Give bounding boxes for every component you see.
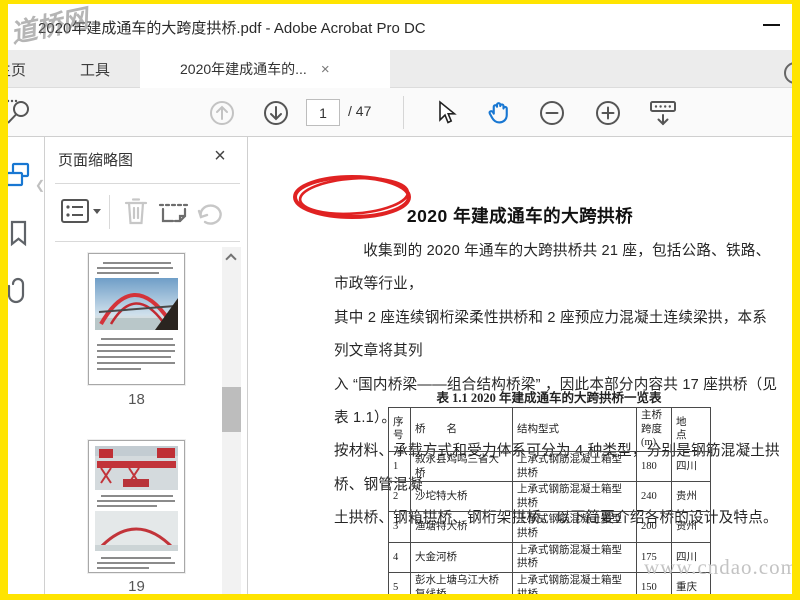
- thumbnail-page-18-label: 18: [128, 391, 145, 408]
- attachments-panel-icon[interactable]: [8, 275, 34, 307]
- page-number-input[interactable]: 1: [306, 99, 340, 126]
- minimize-icon[interactable]: [763, 24, 780, 26]
- extract-pages-icon[interactable]: [155, 195, 193, 229]
- tab-document[interactable]: 2020年建成通车的... ×: [140, 50, 390, 88]
- cell-serial: 5: [388, 572, 411, 594]
- table-header-row: 序号 桥 名 结构型式 主桥跨度(m) 地 点: [388, 407, 711, 452]
- col-bridge-name: 桥 名: [410, 407, 513, 452]
- table-row: 3 渔塘特大桥 上承式钢筋混凝土箱型拱桥 200 贵州: [388, 511, 711, 543]
- cell-structure-type: 上承式钢筋混凝土箱型拱桥: [512, 481, 637, 513]
- table-row: 1 叙永县鸡鸣三省大桥 上承式钢筋混凝土箱型拱桥 180 四川: [388, 450, 711, 483]
- notification-bell-icon[interactable]: [784, 62, 792, 84]
- cell-serial: 2: [388, 481, 411, 513]
- main-area: ❮ 页面缩略图 × 18 19 2020 年建成通车的大跨拱桥 收集到的 202…: [8, 137, 792, 594]
- page-thumbnails-panel: 页面缩略图 × 18 19: [45, 137, 248, 594]
- panel-title: 页面缩略图: [58, 152, 134, 169]
- table-caption: 表 1.1 2020 年建成通车的大跨拱桥一览表: [436, 391, 662, 405]
- page-number-value: 1: [319, 104, 327, 121]
- title-bar: 道桥网 2020年建成通车的大跨度拱桥.pdf - Adobe Acrobat …: [8, 4, 792, 50]
- tab-home-label: 主页: [8, 61, 27, 79]
- tab-home[interactable]: 主页: [8, 50, 56, 88]
- cell-bridge-name: 彭水上塘乌江大桥复线桥: [410, 572, 513, 594]
- page-count-label: / 47: [348, 103, 372, 119]
- select-tool-icon[interactable]: [428, 88, 464, 137]
- cell-structure-type: 上承式钢筋混凝土箱型拱桥: [512, 511, 637, 543]
- page-thumbnails-panel-icon[interactable]: [8, 159, 34, 191]
- panel-divider: [55, 183, 240, 184]
- cell-location: 贵州: [671, 481, 711, 513]
- tab-bar: 主页 工具 2020年建成通车的... ×: [8, 50, 792, 88]
- cell-serial: 1: [388, 450, 411, 483]
- delete-pages-icon[interactable]: [121, 195, 151, 229]
- col-structure-type: 结构型式: [512, 407, 637, 452]
- panel-toolbar-separator: [109, 195, 110, 229]
- paragraph-line: 收集到的 2020 年通车的大跨拱桥共 21 座，包括公路、铁路、市政等行业，: [334, 243, 771, 293]
- scrollbar-thumb[interactable]: [222, 387, 241, 432]
- cell-structure-type: 上承式钢筋混凝土箱型拱桥: [512, 450, 637, 483]
- thumbnail-page-19-label: 19: [128, 578, 145, 594]
- previous-page-icon[interactable]: [204, 88, 240, 137]
- tab-close-icon[interactable]: ×: [321, 61, 330, 78]
- page-display-icon[interactable]: [642, 88, 684, 137]
- cell-main-span: 240: [636, 481, 672, 513]
- panel-scrollbar[interactable]: [222, 247, 241, 594]
- zoom-in-icon[interactable]: [590, 88, 626, 137]
- hand-tool-icon[interactable]: [480, 88, 520, 137]
- thumbnail-page-19[interactable]: [88, 440, 185, 573]
- cell-location: 贵州: [671, 511, 711, 543]
- bookmarks-panel-icon[interactable]: [8, 217, 34, 249]
- main-toolbar: 1 / 47: [8, 88, 792, 219]
- navigation-rail: ❮: [8, 137, 45, 594]
- col-location: 地 点: [671, 407, 711, 452]
- document-heading: 2020 年建成通车的大跨拱桥: [406, 206, 634, 226]
- col-main-span: 主桥跨度(m): [636, 407, 672, 452]
- document-page[interactable]: 2020 年建成通车的大跨拱桥 收集到的 2020 年通车的大跨拱桥共 21 座…: [248, 137, 792, 594]
- cell-main-span: 200: [636, 511, 672, 543]
- col-serial: 序号: [388, 407, 411, 452]
- cell-structure-type: 上承式钢筋混凝土箱型拱桥: [512, 541, 637, 574]
- panel-flyout-chevron-icon[interactable]: ❮: [35, 177, 44, 193]
- paragraph-line: 其中 2 座连续钢桁梁柔性拱桥和 2 座预应力混凝土连续梁拱，本系列文章将其列: [334, 309, 768, 360]
- tab-tools[interactable]: 工具: [65, 50, 125, 88]
- tab-document-label: 2020年建成通车的...: [180, 61, 307, 77]
- cell-location: 四川: [671, 450, 711, 483]
- thumbnail-page-18[interactable]: [88, 253, 185, 385]
- find-icon[interactable]: [8, 88, 36, 137]
- cell-serial: 3: [388, 511, 411, 543]
- cell-serial: 4: [388, 541, 411, 574]
- panel-close-icon[interactable]: ×: [208, 145, 232, 168]
- panel-divider: [55, 241, 240, 242]
- table-row: 2 沙坨特大桥 上承式钢筋混凝土箱型拱桥 240 贵州: [388, 481, 711, 513]
- cell-structure-type: 上承式钢筋混凝土箱型拱桥: [512, 572, 637, 594]
- zoom-out-icon[interactable]: [534, 88, 570, 137]
- cell-bridge-name: 大金河桥: [410, 541, 513, 574]
- next-page-icon[interactable]: [258, 88, 294, 137]
- tab-tools-label: 工具: [79, 61, 110, 79]
- scroll-up-icon[interactable]: [225, 253, 237, 265]
- cell-bridge-name: 渔塘特大桥: [410, 511, 513, 543]
- thumbnail-options-icon[interactable]: [59, 195, 103, 229]
- acrobat-window: 道桥网 2020年建成通车的大跨度拱桥.pdf - Adobe Acrobat …: [8, 4, 792, 594]
- screenshot-frame: 道桥网 2020年建成通车的大跨度拱桥.pdf - Adobe Acrobat …: [0, 0, 800, 600]
- toolbar-separator: [403, 96, 404, 129]
- window-title: 2020年建成通车的大跨度拱桥.pdf - Adobe Acrobat Pro …: [38, 20, 426, 37]
- cell-main-span: 180: [636, 450, 672, 483]
- rotate-pages-icon[interactable]: [195, 195, 227, 229]
- site-watermark: www.cndao.com: [644, 555, 792, 579]
- cell-bridge-name: 叙永县鸡鸣三省大桥: [410, 450, 513, 483]
- cell-bridge-name: 沙坨特大桥: [410, 481, 513, 513]
